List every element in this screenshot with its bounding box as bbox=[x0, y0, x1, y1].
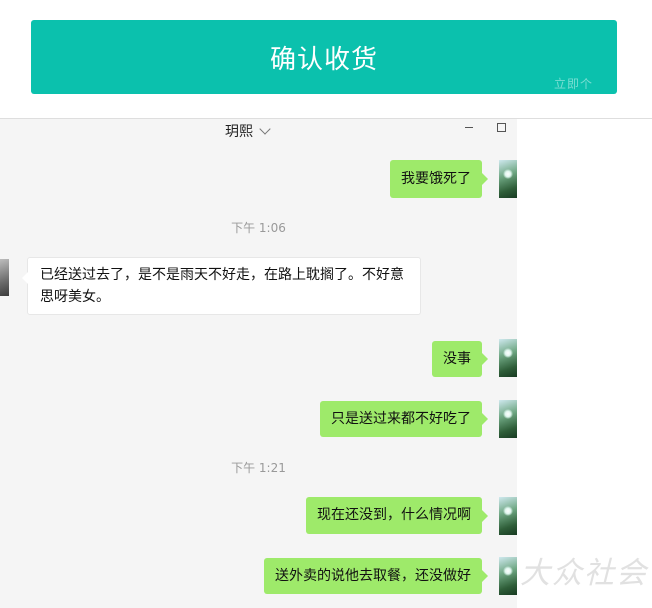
sent-message-bubble[interactable]: 我要饿死了 bbox=[390, 160, 488, 198]
sent-message-bubble[interactable]: 送外卖的说他去取餐，还没做好 bbox=[264, 558, 488, 594]
user-avatar[interactable] bbox=[499, 160, 517, 198]
watermark: 大众社会 bbox=[520, 556, 648, 591]
top-area: 确认收货 立即个 bbox=[0, 0, 652, 118]
message-row: 我要饿死了 bbox=[0, 160, 517, 198]
message-row: 没事 bbox=[0, 339, 517, 377]
sent-message-bubble[interactable]: 只是送过来都不好吃了 bbox=[320, 401, 488, 437]
user-avatar[interactable] bbox=[499, 339, 517, 377]
chevron-down-icon[interactable] bbox=[259, 122, 271, 135]
confirm-receipt-label: 确认收货 bbox=[269, 44, 378, 75]
user-avatar[interactable] bbox=[499, 557, 517, 595]
maximize-icon[interactable] bbox=[497, 123, 506, 132]
chat-window: 玥熙 我要饿死了 下午 1:06 已经送过去了，是不是雨天不好走，在路上耽搁了。… bbox=[0, 119, 517, 608]
contact-avatar[interactable] bbox=[0, 259, 9, 296]
user-avatar[interactable] bbox=[499, 497, 517, 535]
button-ghost-text: 立即个 bbox=[553, 77, 593, 91]
message-row: 只是送过来都不好吃了 bbox=[0, 400, 517, 438]
contact-name: 玥熙 bbox=[225, 124, 253, 140]
message-row: 已经送过去了，是不是雨天不好走，在路上耽搁了。不好意思呀美女。 bbox=[0, 257, 517, 317]
chat-title[interactable]: 玥熙 bbox=[225, 121, 271, 141]
timestamp: 下午 1:06 bbox=[231, 221, 286, 235]
minimize-icon[interactable] bbox=[465, 127, 473, 128]
confirm-receipt-button[interactable]: 确认收货 立即个 bbox=[31, 20, 617, 94]
right-blank-area bbox=[517, 119, 652, 608]
sent-message-bubble[interactable]: 现在还没到，什么情况啊 bbox=[306, 497, 488, 534]
timestamp: 下午 1:21 bbox=[231, 461, 286, 475]
sent-message-bubble[interactable]: 没事 bbox=[432, 341, 488, 377]
message-row: 现在还没到，什么情况啊 bbox=[0, 497, 517, 535]
user-avatar[interactable] bbox=[499, 400, 517, 438]
received-message-bubble[interactable]: 已经送过去了，是不是雨天不好走，在路上耽搁了。不好意思呀美女。 bbox=[22, 257, 421, 315]
message-row: 送外卖的说他去取餐，还没做好 bbox=[0, 557, 517, 595]
